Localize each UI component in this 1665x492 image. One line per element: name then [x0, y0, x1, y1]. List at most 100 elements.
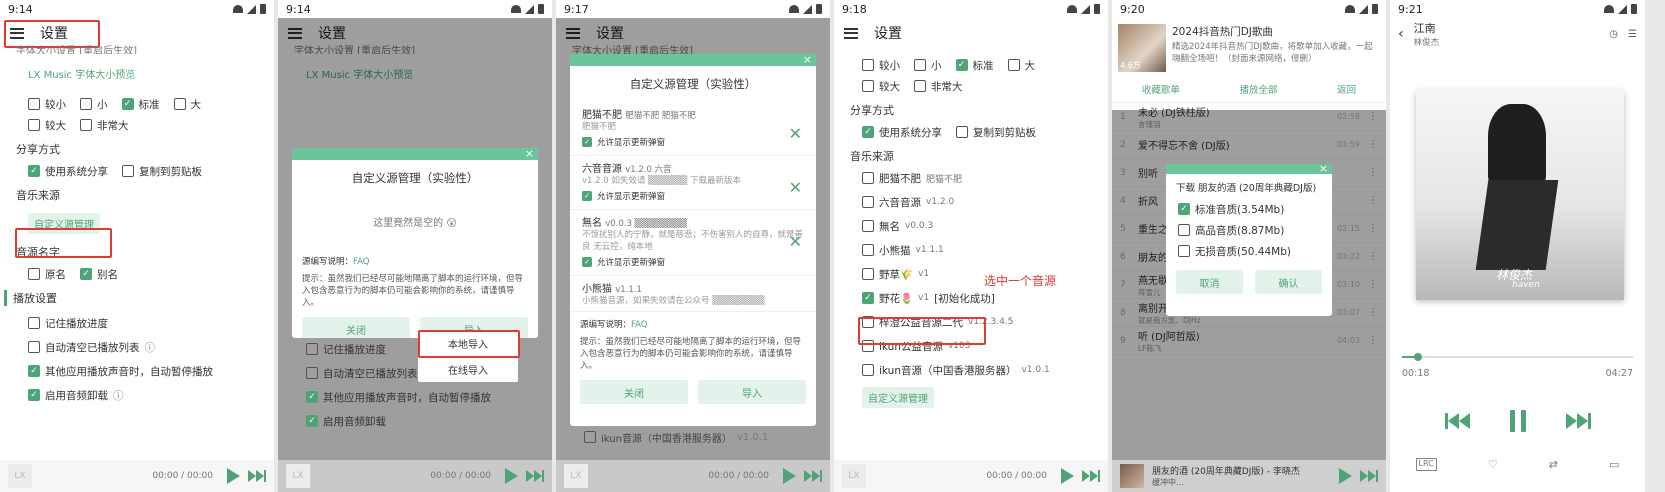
mini-player[interactable]: LX 00:00 / 00:00: [556, 460, 830, 492]
size-option[interactable]: 较小: [862, 56, 900, 74]
remove-icon[interactable]: ✕: [789, 232, 802, 251]
remove-icon[interactable]: ✕: [789, 178, 802, 197]
settings-icon[interactable]: ☰: [1628, 29, 1637, 40]
section-title: 音乐来源: [16, 189, 60, 202]
mini-player[interactable]: LX 00:00 / 00:00: [834, 460, 1108, 492]
size-option[interactable]: 非常大: [914, 77, 963, 95]
play-icon[interactable]: [783, 468, 796, 484]
size-option[interactable]: ✓ 标准: [121, 95, 160, 113]
cover-placeholder: LX: [564, 464, 588, 488]
back-icon[interactable]: ‹: [1398, 26, 1404, 42]
remove-icon[interactable]: ✕: [789, 124, 802, 143]
close-button[interactable]: 关闭: [302, 317, 410, 338]
size-option[interactable]: 大: [1007, 56, 1035, 74]
play-all-button[interactable]: 播放全部: [1239, 82, 1277, 96]
size-option[interactable]: 较小: [28, 95, 66, 113]
size-option[interactable]: 大: [173, 95, 201, 113]
quality-option[interactable]: ✓ 标准音质(3.54Mb): [1178, 200, 1320, 218]
source-name-option[interactable]: 原名: [28, 265, 66, 283]
share-option[interactable]: 复制到剪贴板: [122, 162, 202, 180]
close-button[interactable]: 关闭: [580, 380, 688, 404]
confirm-button[interactable]: 确认: [1255, 270, 1322, 294]
share-option[interactable]: ✓ 使用系统分享: [28, 162, 108, 180]
pause-icon[interactable]: [1509, 410, 1526, 432]
source-option[interactable]: 無名 v0.0.3: [862, 217, 1092, 235]
play-option[interactable]: ✓ 其他应用播放声音时，自动暂停播放: [28, 362, 258, 380]
lyrics-icon[interactable]: LRC: [1415, 458, 1437, 471]
timer-icon[interactable]: ◷: [1609, 29, 1618, 40]
screen-3: 9:17 设置 字体大小设置 [重启后生效] ikun音源（中国香港服务器） v1…: [556, 0, 830, 492]
next-icon[interactable]: [248, 470, 266, 482]
album-cover: 林俊杰 haven: [1416, 90, 1624, 300]
menu-online-import[interactable]: 在线导入: [418, 356, 518, 382]
menu-icon[interactable]: [844, 27, 858, 39]
source-option[interactable]: ikun音源（中国香港服务器） v1.0.1: [862, 361, 1092, 379]
next-icon[interactable]: [1360, 470, 1378, 482]
cover-placeholder: LX: [8, 464, 32, 488]
player-time: 00:00 / 00:00: [708, 471, 769, 481]
play-icon[interactable]: [227, 468, 240, 484]
previous-icon[interactable]: [1444, 413, 1470, 429]
mini-player[interactable]: LX 00:00 / 00:00: [0, 460, 274, 492]
size-option[interactable]: ✓ 标准: [955, 56, 994, 74]
font-preview: LX Music 字体大小预览: [28, 70, 136, 81]
screen-4: 9:18 设置 较小 小 ✓ 标准 大 较大 非常大 分享方式 ✓ 使用系统分享 复…: [834, 0, 1108, 492]
faq-link[interactable]: FAQ: [631, 320, 647, 330]
heart-icon[interactable]: ♡: [1488, 458, 1498, 471]
mini-player[interactable]: LX 00:00 / 00:00: [278, 460, 552, 492]
play-option[interactable]: 记住播放进度: [28, 314, 258, 332]
source-option[interactable]: 野草🌾 v1: [862, 265, 1092, 283]
size-option[interactable]: 较大: [862, 77, 900, 95]
close-icon[interactable]: ×: [1319, 164, 1328, 175]
status-bar: 9:14: [278, 0, 552, 18]
repeat-icon[interactable]: ⇄: [1549, 458, 1558, 471]
source-row[interactable]: ikun音源（中国香港服务器） v1.0.1: [584, 428, 768, 446]
quality-option[interactable]: 高品音质(8.87Mb): [1178, 221, 1320, 239]
share-option[interactable]: ✓ 使用系统分享: [862, 123, 942, 141]
play-option[interactable]: ✓ 启用音频卸载: [306, 412, 536, 430]
next-icon[interactable]: [526, 470, 544, 482]
faq-link[interactable]: FAQ: [353, 257, 369, 267]
play-option[interactable]: ✓ 其他应用播放声音时，自动暂停播放: [306, 388, 536, 406]
collect-button[interactable]: 收藏歌单: [1142, 82, 1180, 96]
size-option[interactable]: 非常大: [80, 116, 129, 134]
size-option[interactable]: 较大: [28, 116, 66, 134]
comment-icon[interactable]: ▭: [1609, 458, 1619, 471]
size-option[interactable]: 小: [80, 95, 108, 113]
next-icon[interactable]: [1082, 470, 1100, 482]
custom-source-button[interactable]: 自定义源管理: [862, 387, 934, 408]
player-header: ‹ 江南 林俊杰 ◷ ☰: [1390, 18, 1645, 50]
cancel-button[interactable]: 取消: [1176, 270, 1243, 294]
share-option[interactable]: 复制到剪贴板: [956, 123, 1036, 141]
dialog-title: 自定义源管理（实验性）: [351, 171, 479, 185]
screen-1: 9:14 设置 字体大小设置 [重启后生效] LX Music 字体大小预览 较…: [0, 0, 274, 492]
close-icon[interactable]: ×: [803, 54, 812, 66]
source-option[interactable]: 肥猫不肥 肥猫不肥: [862, 169, 1092, 187]
bottom-toolbar: LRC ♡ ⇄ ▭: [1390, 458, 1645, 471]
mini-player[interactable]: 朋友的酒 (20周年典藏DJ版) - 李晓杰 缓冲中...: [1112, 460, 1386, 492]
quality-option[interactable]: 无损音质(50.44Mb): [1178, 242, 1320, 260]
play-icon[interactable]: [1061, 468, 1074, 484]
next-icon[interactable]: [804, 470, 822, 482]
allow-update-toggle[interactable]: ✓ 允许显示更新弹窗: [582, 187, 804, 205]
size-option[interactable]: 小: [914, 56, 942, 74]
source-option[interactable]: 小熊猫 v1.1.1: [862, 241, 1092, 259]
close-icon[interactable]: ×: [525, 148, 534, 160]
import-button[interactable]: 导入: [698, 380, 806, 404]
play-option[interactable]: ✓ 启用音频卸载 ⓘ: [28, 386, 258, 404]
progress-bar[interactable]: [1402, 353, 1633, 361]
source-option[interactable]: 六音音源 v1.2.0: [862, 193, 1092, 211]
progress-handle[interactable]: [1414, 353, 1423, 361]
next-icon[interactable]: [1565, 413, 1591, 429]
status-bar: 9:21: [1390, 0, 1645, 18]
play-icon[interactable]: [505, 468, 518, 484]
back-button[interactable]: 返回: [1337, 82, 1356, 96]
play-icon[interactable]: [1339, 468, 1352, 484]
cover-figure: [1488, 104, 1546, 184]
source-option-selected[interactable]: ✓ 野花🌷 v1 [初始化成功]: [862, 289, 1092, 307]
source-name-option[interactable]: ✓ 别名: [80, 265, 118, 283]
allow-update-toggle[interactable]: ✓ 允许显示更新弹窗: [582, 133, 804, 151]
status-badge: [初始化成功]: [934, 292, 995, 305]
allow-update-toggle[interactable]: ✓ 允许显示更新弹窗: [582, 253, 804, 271]
play-option[interactable]: 自动清空已播放列表ⓘ: [28, 338, 258, 356]
